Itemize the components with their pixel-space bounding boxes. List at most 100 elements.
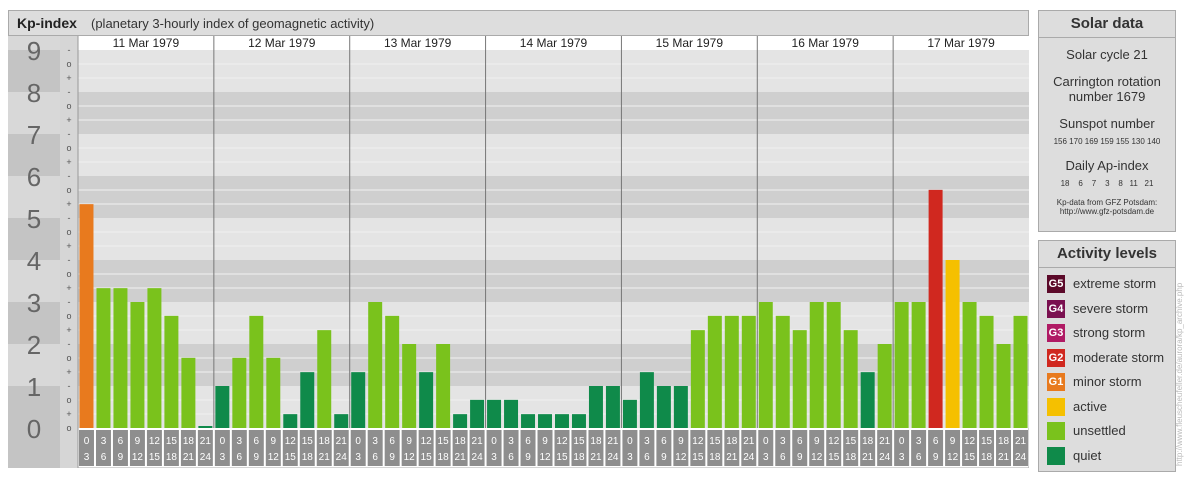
day-label: 16 Mar 1979 — [792, 36, 860, 50]
minor-tick-label: - — [68, 297, 71, 307]
kp-bar — [538, 414, 552, 428]
day-label: 15 Mar 1979 — [656, 36, 724, 50]
chart-header: Kp-index (planetary 3-hourly index of ge… — [8, 10, 1029, 36]
hour-label-top: 15 — [302, 436, 314, 447]
hour-label-top: 15 — [981, 436, 993, 447]
kp-bar — [996, 344, 1011, 428]
hour-label-top: 6 — [933, 436, 939, 447]
minor-tick-label: + — [66, 73, 71, 83]
hour-label-top: 0 — [899, 436, 905, 447]
hour-label-top: 21 — [336, 436, 348, 447]
kp-bar — [928, 189, 943, 428]
legend-swatch: G1 — [1047, 373, 1065, 391]
sunspot-values: 156 170 169 159 155 130 140 — [1053, 137, 1161, 146]
ap-index-values: 18 6 7 3 8 11 21 — [1060, 179, 1154, 188]
kp-bar — [860, 372, 875, 428]
hour-label-top: 21 — [879, 436, 891, 447]
kp-bar — [300, 372, 315, 428]
hour-label-top: 15 — [709, 436, 721, 447]
kp-bar — [775, 315, 790, 428]
hour-label-bottom: 24 — [607, 452, 619, 463]
y-tick-label: 4 — [27, 246, 41, 276]
kp-bar — [877, 344, 892, 428]
kp-band — [78, 302, 1029, 344]
kp-bar — [758, 302, 773, 428]
hour-label-top: 0 — [491, 436, 497, 447]
hour-label-bottom: 6 — [780, 452, 786, 463]
hour-label-bottom: 12 — [811, 452, 823, 463]
hour-label-top: 3 — [101, 436, 107, 447]
kp-band — [78, 50, 1029, 92]
kp-bar — [334, 414, 349, 428]
kp-bar — [656, 386, 671, 428]
hour-label-bottom: 6 — [508, 452, 514, 463]
kp-bar — [453, 414, 468, 428]
hour-label-bottom: 9 — [933, 452, 939, 463]
hour-label-top: 12 — [692, 436, 704, 447]
hour-label-bottom: 24 — [472, 452, 484, 463]
kp-bar — [266, 357, 281, 428]
hour-label-bottom: 24 — [743, 452, 755, 463]
kp-bar — [385, 315, 400, 428]
minor-tick-label: o — [66, 269, 71, 279]
hour-label-top: 21 — [743, 436, 755, 447]
y-tick-label: 0 — [27, 414, 41, 444]
ap-index-title: Daily Ap-index — [1065, 158, 1149, 173]
hour-label-top: 3 — [916, 436, 922, 447]
minor-tick-label: - — [68, 129, 71, 139]
legend-label: moderate storm — [1073, 349, 1165, 365]
hour-label-top: 9 — [542, 436, 548, 447]
kp-bar — [181, 357, 196, 428]
kp-bar — [639, 372, 654, 428]
hour-label-top: 3 — [372, 436, 378, 447]
hour-label-bottom: 9 — [525, 452, 531, 463]
hour-label-top: 9 — [678, 436, 684, 447]
minor-tick-label: - — [68, 171, 71, 181]
minor-tick-label: - — [68, 213, 71, 223]
hour-label-bottom: 3 — [627, 452, 633, 463]
kp-bar — [317, 330, 332, 428]
hour-label-top: 6 — [797, 436, 803, 447]
minor-tick-label: + — [66, 367, 71, 377]
hour-label-bottom: 15 — [556, 452, 568, 463]
y-tick-label: 9 — [27, 36, 41, 66]
legend-swatch: G4 — [1047, 299, 1065, 318]
hour-label-bottom: 12 — [404, 452, 416, 463]
hour-label-top: 18 — [455, 436, 467, 447]
hour-label-bottom: 9 — [661, 452, 667, 463]
hour-label-top: 21 — [472, 436, 484, 447]
minor-tick-label: + — [66, 409, 71, 419]
hour-label-bottom: 21 — [183, 452, 195, 463]
legend-label: quiet — [1073, 447, 1102, 463]
hour-label-top: 6 — [118, 436, 124, 447]
hour-label-bottom: 18 — [302, 452, 314, 463]
hour-label-top: 0 — [355, 436, 361, 447]
hour-label-top: 6 — [661, 436, 667, 447]
hour-label-bottom: 3 — [899, 452, 905, 463]
kp-bar — [419, 372, 434, 428]
legend-swatch: G3 — [1047, 324, 1065, 342]
hour-label-top: 9 — [271, 436, 277, 447]
y-tick-label: 6 — [27, 162, 41, 192]
hour-label-top: 6 — [525, 436, 531, 447]
hour-label-bottom: 6 — [101, 452, 107, 463]
legend-swatch: G5 — [1047, 275, 1065, 293]
kp-bar — [79, 204, 94, 428]
day-label: 14 Mar 1979 — [520, 36, 588, 50]
day-label: 11 Mar 1979 — [113, 36, 180, 50]
hour-label-bottom: 9 — [254, 452, 260, 463]
hour-label-bottom: 15 — [964, 452, 976, 463]
hour-label-bottom: 15 — [828, 452, 840, 463]
hour-label-top: 12 — [421, 436, 433, 447]
kp-band — [78, 176, 1029, 218]
legend-label: extreme storm — [1073, 276, 1157, 291]
kp-bar — [96, 288, 111, 428]
carrington-line1: Carrington rotation — [1053, 74, 1161, 89]
hour-label-top: 21 — [200, 436, 212, 447]
kp-band — [78, 92, 1029, 134]
hour-label-bottom: 3 — [220, 452, 226, 463]
kp-bar — [894, 302, 909, 428]
hour-label-bottom: 24 — [200, 452, 212, 463]
kp-bar — [147, 288, 162, 428]
sunspot-title: Sunspot number — [1059, 116, 1155, 131]
